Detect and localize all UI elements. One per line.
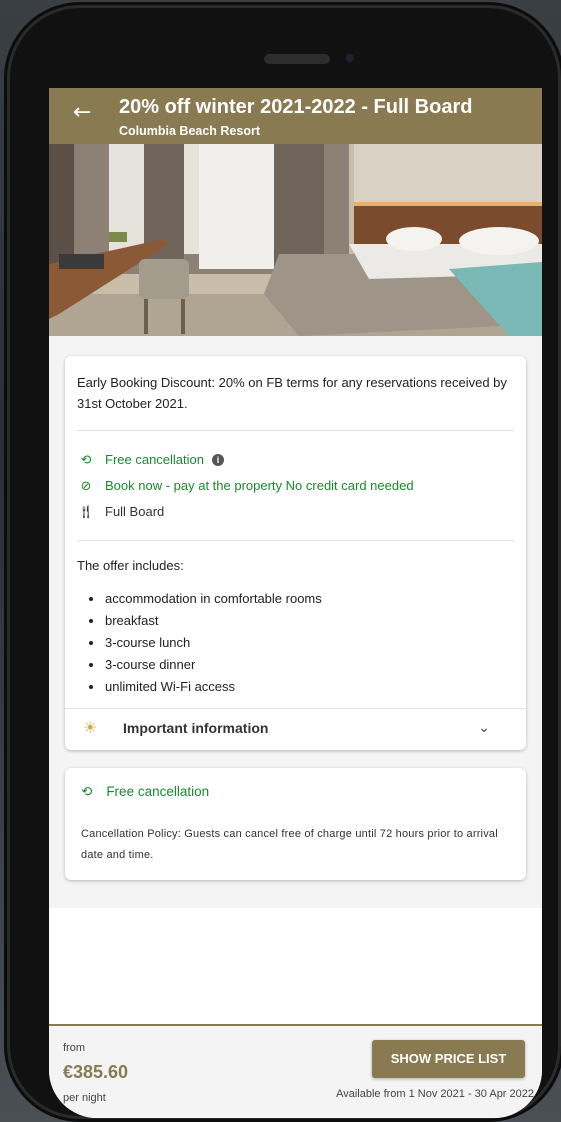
important-info-toggle[interactable]: ☀ Important information ⌄ bbox=[65, 718, 526, 762]
chevron-down-icon[interactable]: ⌄ bbox=[478, 720, 490, 736]
important-info-label: Important information bbox=[123, 720, 269, 736]
offer-content: Early Booking Discount: 20% on FB terms … bbox=[49, 336, 542, 908]
info-icon[interactable]: i bbox=[212, 454, 224, 466]
price-footer: from €385.60 per night SHOW PRICE LIST A… bbox=[49, 1024, 542, 1118]
feature-board-type: 🍴︎ Full Board bbox=[77, 502, 165, 522]
feature-label: Free cancellation bbox=[105, 452, 204, 467]
back-arrow-icon[interactable]: ← bbox=[73, 102, 91, 124]
history-icon: ⟲ bbox=[80, 453, 92, 468]
app-screen: ← 20% off winter 2021-2022 - Full Board … bbox=[49, 88, 542, 1118]
list-item: 3-course dinner bbox=[89, 654, 322, 676]
feature-label: Book now - pay at the property No credit… bbox=[105, 478, 414, 493]
price-from-label: from bbox=[63, 1042, 85, 1054]
cancellation-title-text: Free cancellation bbox=[106, 784, 210, 799]
hotel-name: Columbia Beach Resort bbox=[119, 124, 261, 138]
feature-pay-at-property: ⊘ Book now - pay at the property No credi… bbox=[77, 476, 414, 496]
cancellation-card: ⟲ Free cancellation Cancellation Policy: … bbox=[65, 768, 526, 880]
room-photo bbox=[49, 144, 542, 336]
phone-frame: ← 20% off winter 2021-2022 - Full Board … bbox=[10, 8, 558, 1118]
speaker-grille bbox=[264, 54, 330, 64]
includes-list: accommodation in comfortable rooms break… bbox=[89, 588, 322, 698]
divider bbox=[77, 430, 514, 431]
list-item: unlimited Wi-Fi access bbox=[89, 676, 322, 698]
offer-description: Early Booking Discount: 20% on FB terms … bbox=[77, 375, 507, 411]
lightbulb-icon: ☀ bbox=[83, 718, 98, 737]
list-item: breakfast bbox=[89, 610, 322, 632]
offer-title: 20% off winter 2021-2022 - Full Board bbox=[119, 96, 473, 118]
cutlery-icon: 🍴︎ bbox=[77, 505, 95, 520]
list-item: accommodation in comfortable rooms bbox=[89, 588, 322, 610]
app-header: ← 20% off winter 2021-2022 - Full Board … bbox=[49, 88, 542, 144]
list-item: 3-course lunch bbox=[89, 632, 322, 654]
price-value: €385.60 bbox=[63, 1062, 129, 1082]
includes-title: The offer includes: bbox=[77, 558, 184, 573]
availability-text: Available from 1 Nov 2021 - 30 Apr 2022 bbox=[336, 1088, 534, 1100]
feature-label: Full Board bbox=[105, 504, 165, 519]
check-circle-icon: ⊘ bbox=[80, 479, 92, 494]
cancellation-title: ⟲ Free cancellation bbox=[81, 784, 209, 800]
history-icon: ⟲ bbox=[81, 784, 93, 800]
price-per-label: per night bbox=[63, 1092, 106, 1104]
cancellation-policy: Cancellation Policy: Guests can cancel f… bbox=[81, 828, 498, 861]
divider bbox=[77, 540, 514, 541]
feature-free-cancellation: ⟲ Free cancellation i bbox=[77, 450, 224, 470]
show-price-list-button[interactable]: SHOW PRICE LIST bbox=[372, 1040, 525, 1078]
offer-details-card: Early Booking Discount: 20% on FB terms … bbox=[65, 356, 526, 750]
divider bbox=[65, 708, 526, 709]
front-camera bbox=[342, 50, 358, 66]
